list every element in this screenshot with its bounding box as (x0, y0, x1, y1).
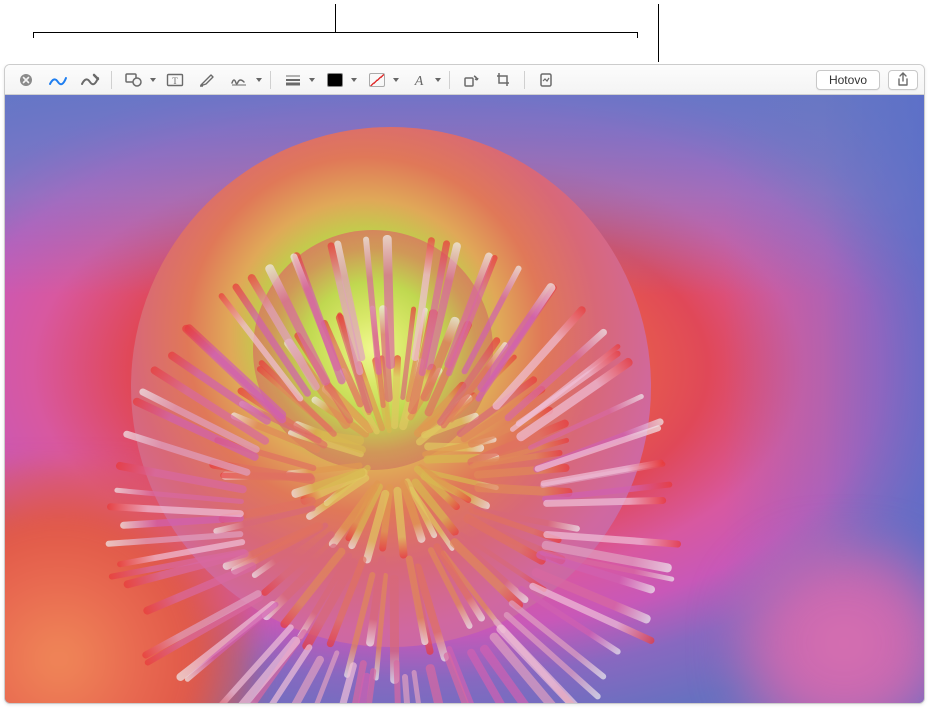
text-style-icon: A (411, 72, 427, 88)
highlight-icon (198, 72, 216, 88)
fill-color-tool[interactable] (361, 69, 401, 91)
svg-text:A: A (414, 74, 424, 88)
highlight-tool[interactable] (192, 69, 222, 91)
line-style-tool[interactable] (277, 69, 317, 91)
rotate-tool[interactable] (456, 69, 486, 91)
sign-tool[interactable] (224, 69, 264, 91)
rotate-icon (462, 72, 480, 88)
done-button-label: Hotovo (829, 73, 867, 87)
shapes-tool[interactable] (118, 69, 158, 91)
image-canvas[interactable] (5, 95, 924, 703)
chevron-down-icon (256, 78, 262, 82)
text-style-tool[interactable]: A (403, 69, 443, 91)
annotate-device-icon (537, 72, 555, 88)
toolbar-separator (524, 71, 525, 89)
crop-icon (494, 72, 512, 88)
line-style-icon (284, 73, 302, 87)
border-color-swatch (327, 73, 343, 87)
markup-window: T (4, 64, 925, 704)
image-content (724, 533, 924, 703)
crop-tool[interactable] (488, 69, 518, 91)
callout-annotations (0, 0, 931, 64)
toolbar-separator (111, 71, 112, 89)
share-icon (896, 72, 910, 88)
toolbar-separator (449, 71, 450, 89)
shapes-icon (125, 72, 143, 88)
chevron-down-icon (351, 78, 357, 82)
markup-toolbar: T (5, 65, 924, 95)
sketch-icon (48, 72, 68, 88)
toolbar-separator (270, 71, 271, 89)
text-icon: T (166, 72, 184, 88)
chevron-down-icon (393, 78, 399, 82)
draw-icon (80, 72, 100, 88)
share-button[interactable] (888, 70, 918, 90)
text-tool[interactable]: T (160, 69, 190, 91)
toolbar-actions-group: Hotovo (816, 70, 918, 90)
chevron-down-icon (150, 78, 156, 82)
annotate-device-tool[interactable] (531, 69, 561, 91)
done-button[interactable]: Hotovo (816, 70, 880, 90)
signature-icon (230, 72, 250, 88)
close-icon (19, 73, 33, 87)
draw-tool[interactable] (75, 69, 105, 91)
svg-text:T: T (172, 76, 178, 86)
toolbar-tools-group: T (11, 69, 816, 91)
close-button[interactable] (11, 69, 41, 91)
sketch-tool[interactable] (43, 69, 73, 91)
chevron-down-icon (309, 78, 315, 82)
border-color-tool[interactable] (319, 69, 359, 91)
chevron-down-icon (435, 78, 441, 82)
fill-color-swatch (369, 73, 385, 87)
